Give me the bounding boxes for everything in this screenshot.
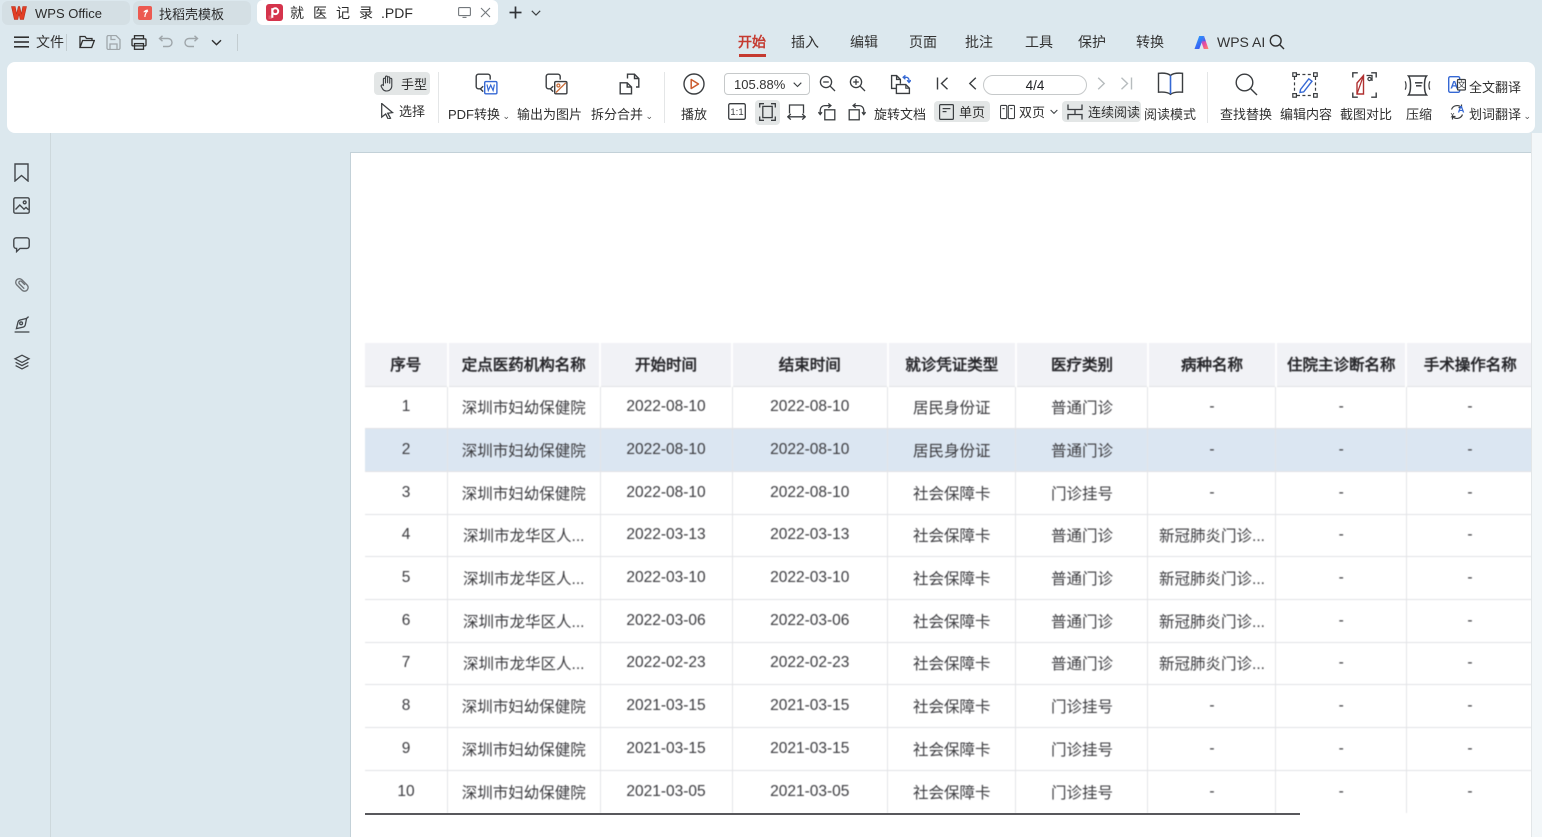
svg-text:文: 文 — [1457, 79, 1466, 89]
svg-text:1:1: 1:1 — [730, 107, 743, 118]
svg-text:A: A — [1458, 105, 1465, 116]
svg-text:x: x — [1451, 111, 1455, 120]
